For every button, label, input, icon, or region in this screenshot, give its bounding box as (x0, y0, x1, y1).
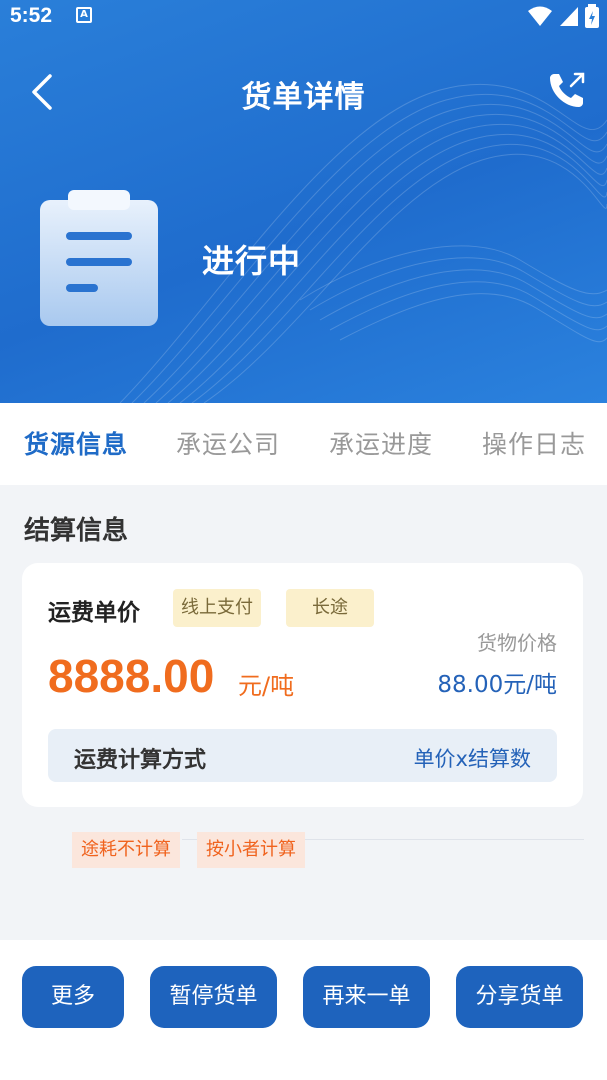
tag-min-calculation: 按小者计算 (197, 832, 305, 868)
header-hero: 5:52 A 货单详情 进行中 (0, 0, 607, 403)
fee-label: 运费单价 (48, 600, 140, 626)
status-bar: 5:52 A (0, 0, 607, 34)
share-order-button[interactable]: 分享货单 (456, 966, 583, 1028)
more-button[interactable]: 更多 (22, 966, 124, 1028)
clipboard-icon (40, 190, 158, 326)
tag-online-payment: 线上支付 (173, 589, 261, 627)
calc-method-value: 单价x结算数 (413, 747, 531, 771)
phone-icon (550, 72, 585, 107)
price-unit: 元/吨 (238, 672, 295, 700)
signal-icon (560, 7, 578, 26)
tab-cargo-info[interactable]: 货源信息 (24, 425, 128, 461)
freight-price: 8888.00 (48, 650, 215, 702)
page-title: 货单详情 (241, 80, 366, 115)
settlement-card: 运费单价 线上支付 长途 8888.00 元/吨 货物价格 88.00元/吨 运… (22, 563, 583, 807)
status-time: 5:52 (10, 4, 53, 27)
tab-transport-progress[interactable]: 承运进度 (329, 425, 433, 461)
call-button[interactable] (545, 68, 589, 112)
wifi-icon (528, 6, 552, 26)
calc-method-label: 运费计算方式 (74, 748, 207, 773)
goods-price-label: 货物价格 (477, 631, 557, 655)
order-status: 进行中 (202, 242, 302, 280)
calc-method-row: 运费计算方式 单价x结算数 (48, 729, 557, 782)
section-title: 结算信息 (24, 516, 129, 546)
tab-carrier-company[interactable]: 承运公司 (176, 425, 280, 461)
tab-operation-log[interactable]: 操作日志 (482, 425, 586, 461)
goods-price-value: 88.00元/吨 (437, 672, 557, 698)
tag-long-distance: 长途 (286, 589, 374, 627)
nav-bar: 货单详情 (0, 60, 607, 124)
bottom-action-bar: 更多 暂停货单 再来一单 分享货单 (0, 940, 607, 1080)
tab-bar: 货源信息 承运公司 承运进度 操作日志 (0, 403, 607, 485)
system-icons (527, 4, 599, 28)
notification-badge-icon: A (76, 7, 92, 23)
reorder-button[interactable]: 再来一单 (303, 966, 430, 1028)
tag-loss-not-counted: 途耗不计算 (72, 832, 180, 868)
pause-order-button[interactable]: 暂停货单 (150, 966, 277, 1028)
battery-icon (585, 4, 599, 28)
